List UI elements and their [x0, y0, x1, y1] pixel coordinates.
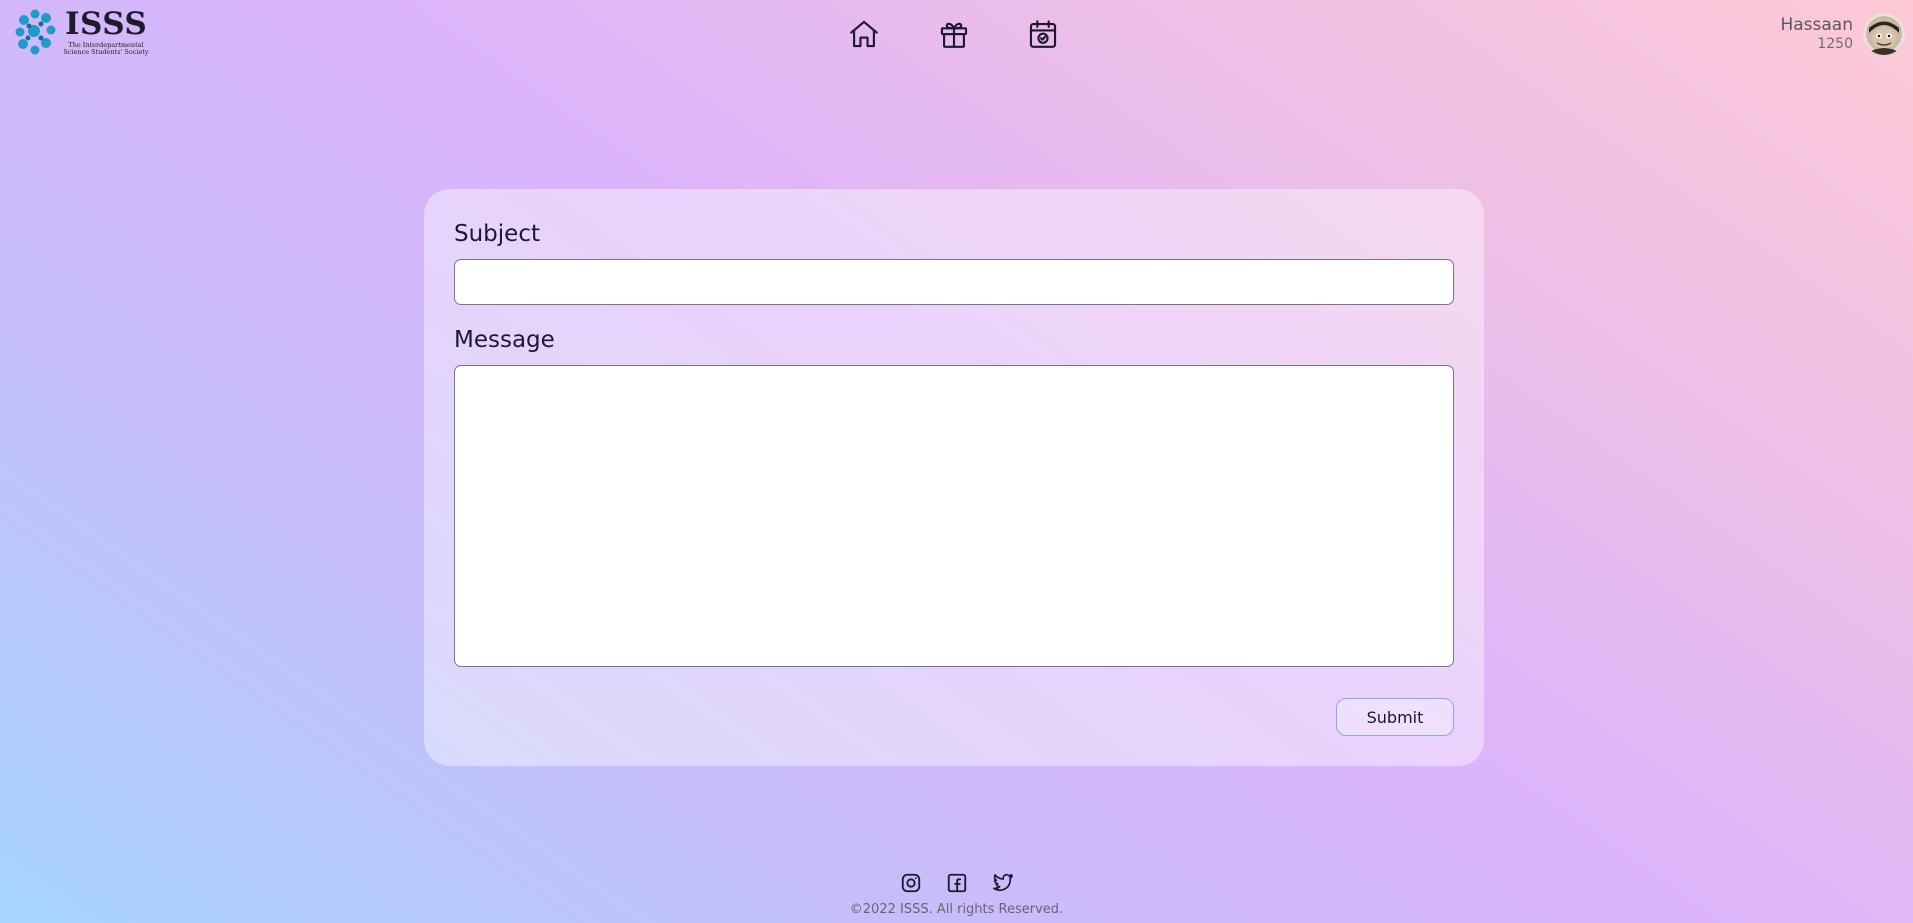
user-profile[interactable]: Hassaan 1250	[1780, 12, 1905, 56]
subject-input[interactable]	[454, 259, 1454, 305]
calendar-check-icon[interactable]	[1023, 14, 1063, 54]
contact-form-card: Subject Message Submit	[424, 189, 1484, 766]
submit-button[interactable]: Submit	[1336, 698, 1454, 736]
instagram-icon[interactable]	[899, 871, 923, 895]
message-label: Message	[454, 327, 555, 353]
home-icon[interactable]	[844, 14, 884, 54]
copyright-text: ©2022 ISSS. All rights Reserved.	[849, 902, 1064, 917]
top-bar: ISSS The Interdepartmental Science Stude…	[0, 0, 1913, 70]
user-points: 1250	[1817, 36, 1853, 52]
footer: ©2022 ISSS. All rights Reserved.	[0, 870, 1913, 917]
subject-label: Subject	[454, 221, 540, 247]
logo-subtitle-line2: Science Students' Society	[63, 48, 149, 56]
user-name: Hassaan	[1780, 15, 1853, 35]
avatar[interactable]	[1863, 13, 1905, 55]
twitter-icon[interactable]	[991, 871, 1015, 895]
facebook-icon[interactable]	[945, 871, 969, 895]
message-textarea[interactable]	[454, 365, 1454, 667]
isss-logo[interactable]: ISSS The Interdepartmental Science Stude…	[14, 6, 149, 58]
social-links	[0, 870, 1913, 896]
molecule-logo-icon	[15, 9, 56, 55]
user-info: Hassaan 1250	[1780, 15, 1853, 53]
gift-icon[interactable]	[934, 14, 974, 54]
logo-title: ISSS	[65, 6, 148, 42]
logo-subtitle: The Interdepartmental Science Students' …	[62, 42, 150, 56]
